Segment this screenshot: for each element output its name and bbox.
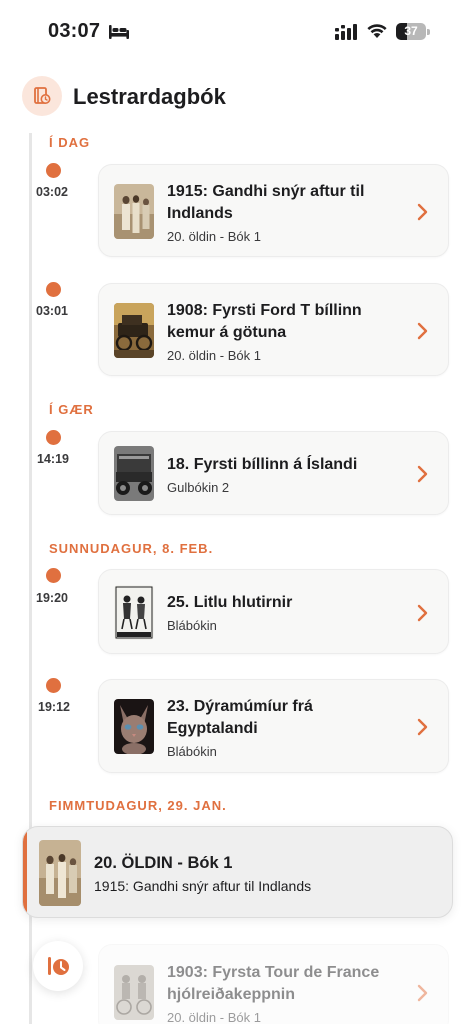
entry-title: 1903: Fyrsta Tour de France hjólreiðakep… bbox=[167, 962, 408, 1006]
status-bar: 03:07 37 bbox=[0, 0, 473, 64]
now-playing-thumbnail bbox=[39, 840, 81, 906]
entry-subtitle: 20. öldin - Bók 1 bbox=[167, 348, 261, 363]
status-time: 03:07 bbox=[48, 20, 101, 42]
history-entry-card[interactable]: 1915: Gandhi snýr aftur til Indlands 20.… bbox=[98, 164, 449, 257]
now-playing-bar[interactable]: 20. ÖLDIN - Bók 1 1915: Gandhi snýr aftu… bbox=[22, 826, 453, 918]
entry-title-line1: 1908: Fyrsti Ford T bíllinn bbox=[167, 302, 362, 319]
entry-thumbnail bbox=[114, 585, 154, 640]
timeline-dot bbox=[46, 282, 61, 297]
section-header-sunday: SUNNUDAGUR, 8. FEB. bbox=[49, 541, 214, 556]
history-entry-card[interactable]: 1908: Fyrsti Ford T bíllinn kemur á götu… bbox=[98, 283, 449, 376]
entry-thumbnail bbox=[114, 303, 154, 358]
entry-title-line2: hjólreiðakeppnin bbox=[167, 986, 296, 1003]
now-playing-subtitle: 1915: Gandhi snýr aftur til Indlands bbox=[94, 878, 312, 894]
timeline-dot bbox=[46, 430, 61, 445]
entry-subtitle: Gulbókin 2 bbox=[167, 480, 230, 495]
entry-thumbnail bbox=[114, 446, 154, 501]
timeline-dot bbox=[46, 678, 61, 693]
entry-time: 19:12 bbox=[38, 700, 70, 714]
entry-time: 03:01 bbox=[36, 304, 68, 318]
entry-title: 25. Litlu hlutirnir bbox=[167, 592, 408, 614]
page-header: Lestrardagbók bbox=[0, 74, 473, 120]
entry-title-line1: 25. Litlu hlutirnir bbox=[167, 594, 293, 611]
section-header-today: Í DAG bbox=[49, 135, 91, 150]
entry-title-line1: 1903: Fyrsta Tour de France bbox=[167, 964, 380, 981]
chevron-right-icon bbox=[417, 984, 428, 1002]
battery-icon: 37 bbox=[396, 23, 430, 40]
cellular-signal-icon bbox=[335, 24, 357, 40]
entry-title-line1: 1915: Gandhi snýr aftur til bbox=[167, 183, 365, 200]
entry-thumbnail bbox=[114, 965, 154, 1020]
now-playing-accent bbox=[23, 827, 27, 917]
entry-subtitle: 20. öldin - Bók 1 bbox=[167, 1010, 261, 1024]
chevron-right-icon bbox=[417, 322, 428, 340]
reading-history-icon[interactable] bbox=[22, 76, 62, 116]
entry-title-line1: 23. Dýramúmíur frá bbox=[167, 698, 313, 715]
history-entry-card[interactable]: 23. Dýramúmíur frá Egyptalandi Blábókin bbox=[98, 679, 449, 773]
entry-time: 14:19 bbox=[37, 452, 69, 466]
bed-icon bbox=[109, 25, 129, 39]
chevron-right-icon bbox=[417, 718, 428, 736]
entry-title: 1908: Fyrsti Ford T bíllinn kemur á götu… bbox=[167, 300, 408, 344]
entry-title: 18. Fyrsti bíllinn á Íslandi bbox=[167, 454, 408, 476]
entry-thumbnail bbox=[114, 699, 154, 754]
history-entry-card[interactable]: 18. Fyrsti bíllinn á Íslandi Gulbókin 2 bbox=[98, 431, 449, 515]
entry-subtitle: 20. öldin - Bók 1 bbox=[167, 229, 261, 244]
entry-title-line1: 18. Fyrsti bíllinn á Íslandi bbox=[167, 456, 358, 473]
entry-thumbnail bbox=[114, 184, 154, 239]
entry-subtitle: Blábókin bbox=[167, 744, 217, 759]
entry-time: 03:02 bbox=[36, 185, 68, 199]
history-entry-card[interactable]: 25. Litlu hlutirnir Blábókin bbox=[98, 569, 449, 654]
history-fab-button[interactable] bbox=[33, 941, 83, 991]
battery-level: 37 bbox=[404, 24, 418, 38]
entry-title-line2: Indlands bbox=[167, 205, 233, 222]
chevron-right-icon bbox=[417, 203, 428, 221]
entry-title-line2: Egyptalandi bbox=[167, 720, 258, 737]
history-entry-card[interactable]: 1903: Fyrsta Tour de France hjólreiðakep… bbox=[98, 944, 449, 1024]
history-clock-icon bbox=[48, 957, 69, 975]
entry-subtitle: Blábókin bbox=[167, 618, 217, 633]
timeline-dot bbox=[46, 163, 61, 178]
section-header-thursday: FIMMTUDAGUR, 29. JAN. bbox=[49, 798, 227, 813]
chevron-right-icon bbox=[417, 604, 428, 622]
entry-title: 1915: Gandhi snýr aftur til Indlands bbox=[167, 181, 408, 225]
timeline-dot bbox=[46, 568, 61, 583]
entry-title-line2: kemur á götuna bbox=[167, 324, 287, 341]
section-header-yesterday: Í GÆR bbox=[49, 402, 94, 417]
page-title: Lestrardagbók bbox=[73, 84, 226, 109]
entry-time: 19:20 bbox=[36, 591, 68, 605]
wifi-icon bbox=[367, 24, 387, 38]
entry-title: 23. Dýramúmíur frá Egyptalandi bbox=[167, 696, 408, 740]
chevron-right-icon bbox=[417, 465, 428, 483]
now-playing-title: 20. ÖLDIN - Bók 1 bbox=[94, 854, 233, 872]
